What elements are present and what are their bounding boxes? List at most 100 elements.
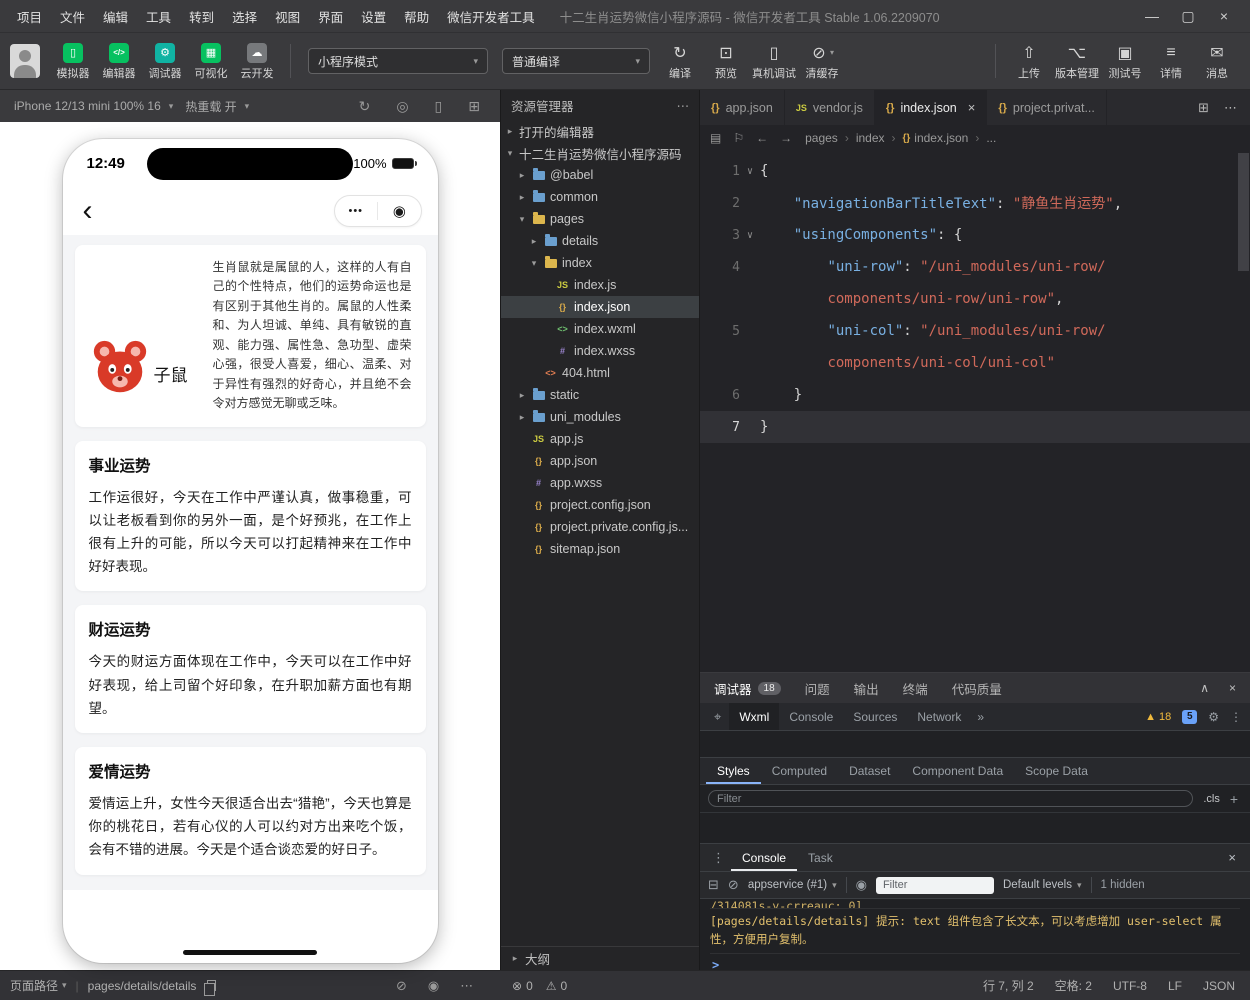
breadcrumb-item-index.json[interactable]: {} index.json: [903, 131, 969, 145]
statusbar-item-1[interactable]: 空格: 2: [1055, 977, 1092, 994]
context-select[interactable]: appservice (#1) ▾: [748, 879, 837, 891]
gear-icon[interactable]: ⚙: [1208, 710, 1219, 724]
navigate-back-icon[interactable]: ←: [756, 131, 768, 145]
style-tab-Component Data[interactable]: Component Data: [901, 758, 1014, 784]
more-menu-button[interactable]: •••: [335, 205, 378, 217]
tree-item-index.js[interactable]: JS index.js: [501, 274, 699, 296]
compile-mode-select[interactable]: 普通编译 ▾: [502, 48, 650, 74]
tree-item-uni_modules[interactable]: ▸ uni_modules: [501, 406, 699, 428]
hot-reload-select[interactable]: 热重载 开 ▾: [179, 98, 255, 115]
page-path-select[interactable]: 页面路径 ▾: [10, 977, 67, 994]
tree-item-404.html[interactable]: <> 404.html: [501, 362, 699, 384]
more-actions-icon[interactable]: ⋯: [1224, 100, 1237, 116]
editor-tab-app.json[interactable]: {} app.json: [700, 90, 785, 125]
editor-button[interactable]: </> 编辑器: [96, 42, 142, 81]
wxml-element-tree[interactable]: [700, 731, 1250, 757]
avatar[interactable]: [10, 44, 40, 78]
close-button[interactable]: ×: [1206, 8, 1242, 25]
console-prompt[interactable]: >: [710, 954, 1240, 970]
cls-toggle[interactable]: .cls: [1203, 793, 1220, 805]
eye-icon[interactable]: ◉: [856, 877, 867, 893]
navigate-forward-icon[interactable]: →: [780, 131, 792, 145]
debugger-tab-调试器[interactable]: 调试器 18: [714, 679, 781, 698]
refresh-icon[interactable]: ↻: [359, 98, 371, 115]
style-filter-input[interactable]: Filter: [708, 790, 1194, 807]
bookmark-icon[interactable]: ⚐: [733, 131, 744, 145]
breadcrumb-item-...[interactable]: ...: [986, 131, 996, 145]
inspect-icon[interactable]: ⌖: [708, 709, 727, 725]
maximize-button[interactable]: ▢: [1170, 8, 1206, 25]
issues-indicator[interactable]: 5: [1182, 709, 1198, 724]
tree-item-app.json[interactable]: {} app.json: [501, 450, 699, 472]
menu-item-5[interactable]: 选择: [223, 7, 266, 26]
tree-item-打开的编辑器[interactable]: ▸ 打开的编辑器: [501, 120, 699, 142]
style-tab-Dataset[interactable]: Dataset: [838, 758, 901, 784]
editor-tab-vendor.js[interactable]: JS vendor.js: [784, 90, 875, 125]
tree-item-project.config.json[interactable]: {} project.config.json: [501, 494, 699, 516]
outline-section[interactable]: ▸ 大纲: [501, 946, 699, 970]
device-frame-icon[interactable]: ▯: [435, 98, 443, 115]
new-style-rule-icon[interactable]: +: [1230, 791, 1242, 807]
devtools-tab-Console[interactable]: Console: [779, 703, 843, 730]
console-tab-Task[interactable]: Task: [797, 844, 844, 871]
split-editor-icon[interactable]: ⊞: [1198, 100, 1209, 116]
tree-item-index[interactable]: ▾ index: [501, 252, 699, 274]
breadcrumb-item-pages[interactable]: pages: [805, 131, 838, 145]
mode-select[interactable]: 小程序模式 ▾: [308, 48, 488, 74]
back-button[interactable]: ‹: [75, 196, 101, 226]
screenshot-icon[interactable]: ⊞: [468, 98, 480, 115]
tree-item-pages[interactable]: ▾ pages: [501, 208, 699, 230]
version-control-button[interactable]: ⌥ 版本管理: [1052, 42, 1102, 81]
tree-item-index.wxss[interactable]: # index.wxss: [501, 340, 699, 362]
message-button[interactable]: ✉ 消息: [1194, 42, 1240, 81]
breadcrumb-item-index[interactable]: index: [856, 131, 885, 145]
fold-icon[interactable]: ∨: [740, 166, 760, 177]
cloud-dev-button[interactable]: ☁ 云开发: [234, 42, 280, 81]
preview-button[interactable]: ⊡ 预览: [703, 42, 749, 81]
menu-item-0[interactable]: 项目: [8, 7, 51, 26]
home-indicator[interactable]: [183, 950, 317, 955]
statusbar-item-0[interactable]: 行 7, 列 2: [983, 977, 1034, 994]
statusbar-item-2[interactable]: UTF-8: [1113, 977, 1147, 994]
console-tab-Console[interactable]: Console: [731, 844, 797, 871]
close-drawer-icon[interactable]: ×: [1220, 850, 1244, 865]
visualizer-button[interactable]: ▦ 可视化: [188, 42, 234, 81]
devtools-tab-Network[interactable]: Network: [907, 703, 971, 730]
close-tab-icon[interactable]: ×: [968, 100, 976, 115]
menu-item-2[interactable]: 编辑: [94, 7, 137, 26]
code-editor[interactable]: 1 ∨{2 "navigationBarTitleText": "静鱼生肖运势",…: [700, 151, 1250, 672]
menu-item-4[interactable]: 转到: [180, 7, 223, 26]
menu-item-6[interactable]: 视图: [266, 7, 309, 26]
debugger-button[interactable]: ⚙ 调试器: [142, 42, 188, 81]
compile-button[interactable]: ↻ 编译: [657, 42, 703, 81]
kebab-menu-icon[interactable]: ⋮: [706, 850, 731, 866]
tree-item-common[interactable]: ▸ common: [501, 186, 699, 208]
more-icon[interactable]: ⋯: [460, 978, 473, 994]
close-panel-icon[interactable]: ×: [1229, 681, 1236, 695]
copy-icon[interactable]: [204, 980, 217, 996]
more-tabs-icon[interactable]: »: [971, 710, 990, 724]
problems-summary[interactable]: ⊗ 0 ⚠ 0: [512, 979, 567, 993]
kebab-menu-icon[interactable]: ⋮: [1230, 710, 1242, 724]
clear-console-icon[interactable]: ⊘: [728, 877, 739, 893]
console-filter-input[interactable]: Filter: [875, 876, 994, 894]
collapse-panel-icon[interactable]: ∧: [1200, 681, 1209, 695]
menu-item-1[interactable]: 文件: [51, 7, 94, 26]
debugger-tab-问题[interactable]: 问题: [805, 679, 830, 698]
style-tab-Computed[interactable]: Computed: [761, 758, 838, 784]
eye-icon[interactable]: ◉: [428, 978, 439, 994]
minimize-button[interactable]: —: [1134, 8, 1170, 25]
editor-tab-project.privat...[interactable]: {} project.privat...: [987, 90, 1107, 125]
mute-icon[interactable]: ⊘: [396, 978, 407, 994]
simulator-button[interactable]: ▯ 模拟器: [50, 42, 96, 81]
fold-icon[interactable]: ∨: [740, 230, 760, 241]
editor-tab-index.json[interactable]: {} index.json ×: [874, 90, 988, 125]
menu-item-8[interactable]: 设置: [352, 7, 395, 26]
tree-item-app.wxss[interactable]: # app.wxss: [501, 472, 699, 494]
tree-item-project.private.config.js...[interactable]: {} project.private.config.js...: [501, 516, 699, 538]
menu-item-9[interactable]: 帮助: [395, 7, 438, 26]
upload-button[interactable]: ⇧ 上传: [1006, 42, 1052, 81]
style-tab-Scope Data[interactable]: Scope Data: [1014, 758, 1099, 784]
menu-item-7[interactable]: 界面: [309, 7, 352, 26]
tree-item-static[interactable]: ▸ static: [501, 384, 699, 406]
